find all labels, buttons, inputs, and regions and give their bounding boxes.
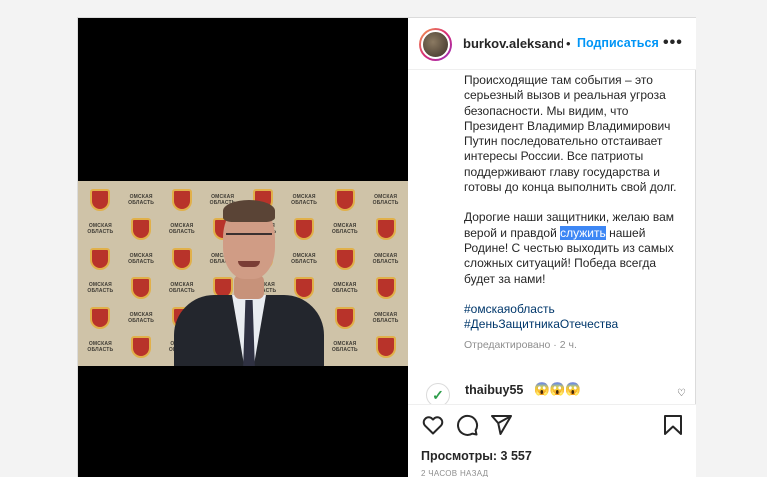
- backdrop-text-cell: ОМСКАЯ ОБЛАСТЬ: [365, 303, 406, 333]
- coat-of-arms-icon: [131, 218, 152, 241]
- post-header: burkov.aleksandr.le • Подписаться •••: [408, 18, 696, 70]
- bookmark-icon[interactable]: [661, 413, 685, 437]
- comment-like-icon[interactable]: ♡: [677, 388, 686, 399]
- backdrop-crest-cell: [80, 303, 121, 333]
- caption-paragraph-1: Происходящие там события – это серьезный…: [464, 73, 677, 195]
- backdrop-crest-cell: [365, 333, 406, 363]
- coat-of-arms-icon: [375, 277, 396, 300]
- backdrop-crest-cell: [121, 215, 162, 245]
- backdrop-text: ОМСКАЯ ОБЛАСТЬ: [372, 311, 399, 324]
- comment-row: ✓ thaibuy55 😱😱😱 ♡: [418, 380, 688, 404]
- instagram-post: ОМСКАЯ ОБЛАСТЬ ОМСКАЯ ОБЛАСТЬ ОМСКАЯ ОБЛАС…: [77, 17, 696, 477]
- backdrop-text: ОМСКАЯ ОБЛАСТЬ: [87, 341, 114, 354]
- backdrop-text: ОМСКАЯ ОБЛАСТЬ: [372, 193, 399, 206]
- follow-button[interactable]: Подписаться: [577, 36, 659, 50]
- video-player[interactable]: ОМСКАЯ ОБЛАСТЬ ОМСКАЯ ОБЛАСТЬ ОМСКАЯ ОБЛАС…: [78, 18, 408, 477]
- backdrop-text-cell: ОМСКАЯ ОБЛАСТЬ: [365, 244, 406, 274]
- backdrop-crest-cell: [365, 274, 406, 304]
- backdrop-text-cell: ОМСКАЯ ОБЛАСТЬ: [80, 215, 121, 245]
- more-options-icon[interactable]: •••: [663, 34, 683, 52]
- coat-of-arms-icon: [334, 306, 355, 329]
- coat-of-arms-icon: [375, 218, 396, 241]
- post-caption: Происходящие там события – это серьезный…: [464, 71, 690, 373]
- backdrop-text-cell: ОМСКАЯ ОБЛАСТЬ: [121, 185, 162, 215]
- coat-of-arms-icon: [334, 247, 355, 270]
- share-icon[interactable]: [489, 413, 513, 437]
- coat-of-arms-icon: [90, 188, 111, 211]
- comment-icon[interactable]: [455, 413, 479, 437]
- backdrop-text: ОМСКАЯ ОБЛАСТЬ: [331, 341, 358, 354]
- backdrop-crest-cell: [325, 244, 366, 274]
- backdrop-text-cell: ОМСКАЯ ОБЛАСТЬ: [325, 274, 366, 304]
- backdrop-text-cell: ОМСКАЯ ОБЛАСТЬ: [325, 215, 366, 245]
- backdrop-crest-cell: [121, 333, 162, 363]
- backdrop-text: ОМСКАЯ ОБЛАСТЬ: [87, 282, 114, 295]
- coat-of-arms-icon: [334, 188, 355, 211]
- commenter-avatar[interactable]: ✓: [426, 383, 450, 404]
- backdrop-text: ОМСКАЯ ОБЛАСТЬ: [128, 311, 155, 324]
- hashtag-link[interactable]: #омскаяобласть: [464, 302, 690, 317]
- edited-timestamp: Отредактировано · 2 ч.: [464, 339, 577, 352]
- coat-of-arms-icon: [375, 336, 396, 359]
- backdrop-text: ОМСКАЯ ОБЛАСТЬ: [87, 223, 114, 236]
- backdrop-text: ОМСКАЯ ОБЛАСТЬ: [331, 282, 358, 295]
- backdrop-text-cell: ОМСКАЯ ОБЛАСТЬ: [121, 244, 162, 274]
- backdrop-text: ОМСКАЯ ОБЛАСТЬ: [331, 223, 358, 236]
- hashtags: #омскаяобласть #ДеньЗащитникаОтечества: [464, 302, 690, 333]
- backdrop-crest-cell: [80, 185, 121, 215]
- username-link[interactable]: burkov.aleksandr.le: [463, 36, 563, 51]
- selected-text-highlight: служить: [560, 225, 606, 240]
- comment-text: 😱😱😱: [534, 382, 581, 396]
- backdrop-text: ОМСКАЯ ОБЛАСТЬ: [128, 252, 155, 265]
- caption-paragraph-2: Дорогие наши защитники, желаю вам верой …: [464, 210, 690, 286]
- commenter-username[interactable]: thaibuy55: [465, 383, 523, 397]
- video-frame[interactable]: ОМСКАЯ ОБЛАСТЬ ОМСКАЯ ОБЛАСТЬ ОМСКАЯ ОБЛАС…: [78, 181, 408, 366]
- backdrop-text-cell: ОМСКАЯ ОБЛАСТЬ: [80, 333, 121, 363]
- heart-icon[interactable]: [421, 413, 445, 437]
- separator-dot: •: [566, 36, 571, 51]
- backdrop-text: ОМСКАЯ ОБЛАСТЬ: [128, 193, 155, 206]
- backdrop-text: ОМСКАЯ ОБЛАСТЬ: [372, 252, 399, 265]
- backdrop-crest-cell: [80, 244, 121, 274]
- backdrop-crest-cell: [325, 185, 366, 215]
- backdrop-text-cell: ОМСКАЯ ОБЛАСТЬ: [325, 333, 366, 363]
- avatar[interactable]: [419, 28, 452, 61]
- speaker-figure: [174, 200, 324, 366]
- coat-of-arms-icon: [90, 306, 111, 329]
- coat-of-arms-icon: [131, 277, 152, 300]
- backdrop-text-cell: ОМСКАЯ ОБЛАСТЬ: [121, 303, 162, 333]
- backdrop-text-cell: ОМСКАЯ ОБЛАСТЬ: [80, 274, 121, 304]
- backdrop-text-cell: ОМСКАЯ ОБЛАСТЬ: [365, 185, 406, 215]
- post-sidebar: burkov.aleksandr.le • Подписаться ••• Пр…: [408, 18, 696, 477]
- coat-of-arms-icon: [90, 247, 111, 270]
- coat-of-arms-icon: [131, 336, 152, 359]
- post-actions: Просмотры: 3 557 2 ЧАСОВ НАЗАД: [408, 404, 696, 477]
- backdrop-crest-cell: [325, 303, 366, 333]
- backdrop-crest-cell: [121, 274, 162, 304]
- post-time[interactable]: 2 ЧАСОВ НАЗАД: [421, 469, 488, 477]
- view-count[interactable]: Просмотры: 3 557: [421, 449, 532, 463]
- hashtag-link[interactable]: #ДеньЗащитникаОтечества: [464, 317, 690, 332]
- backdrop-crest-cell: [365, 215, 406, 245]
